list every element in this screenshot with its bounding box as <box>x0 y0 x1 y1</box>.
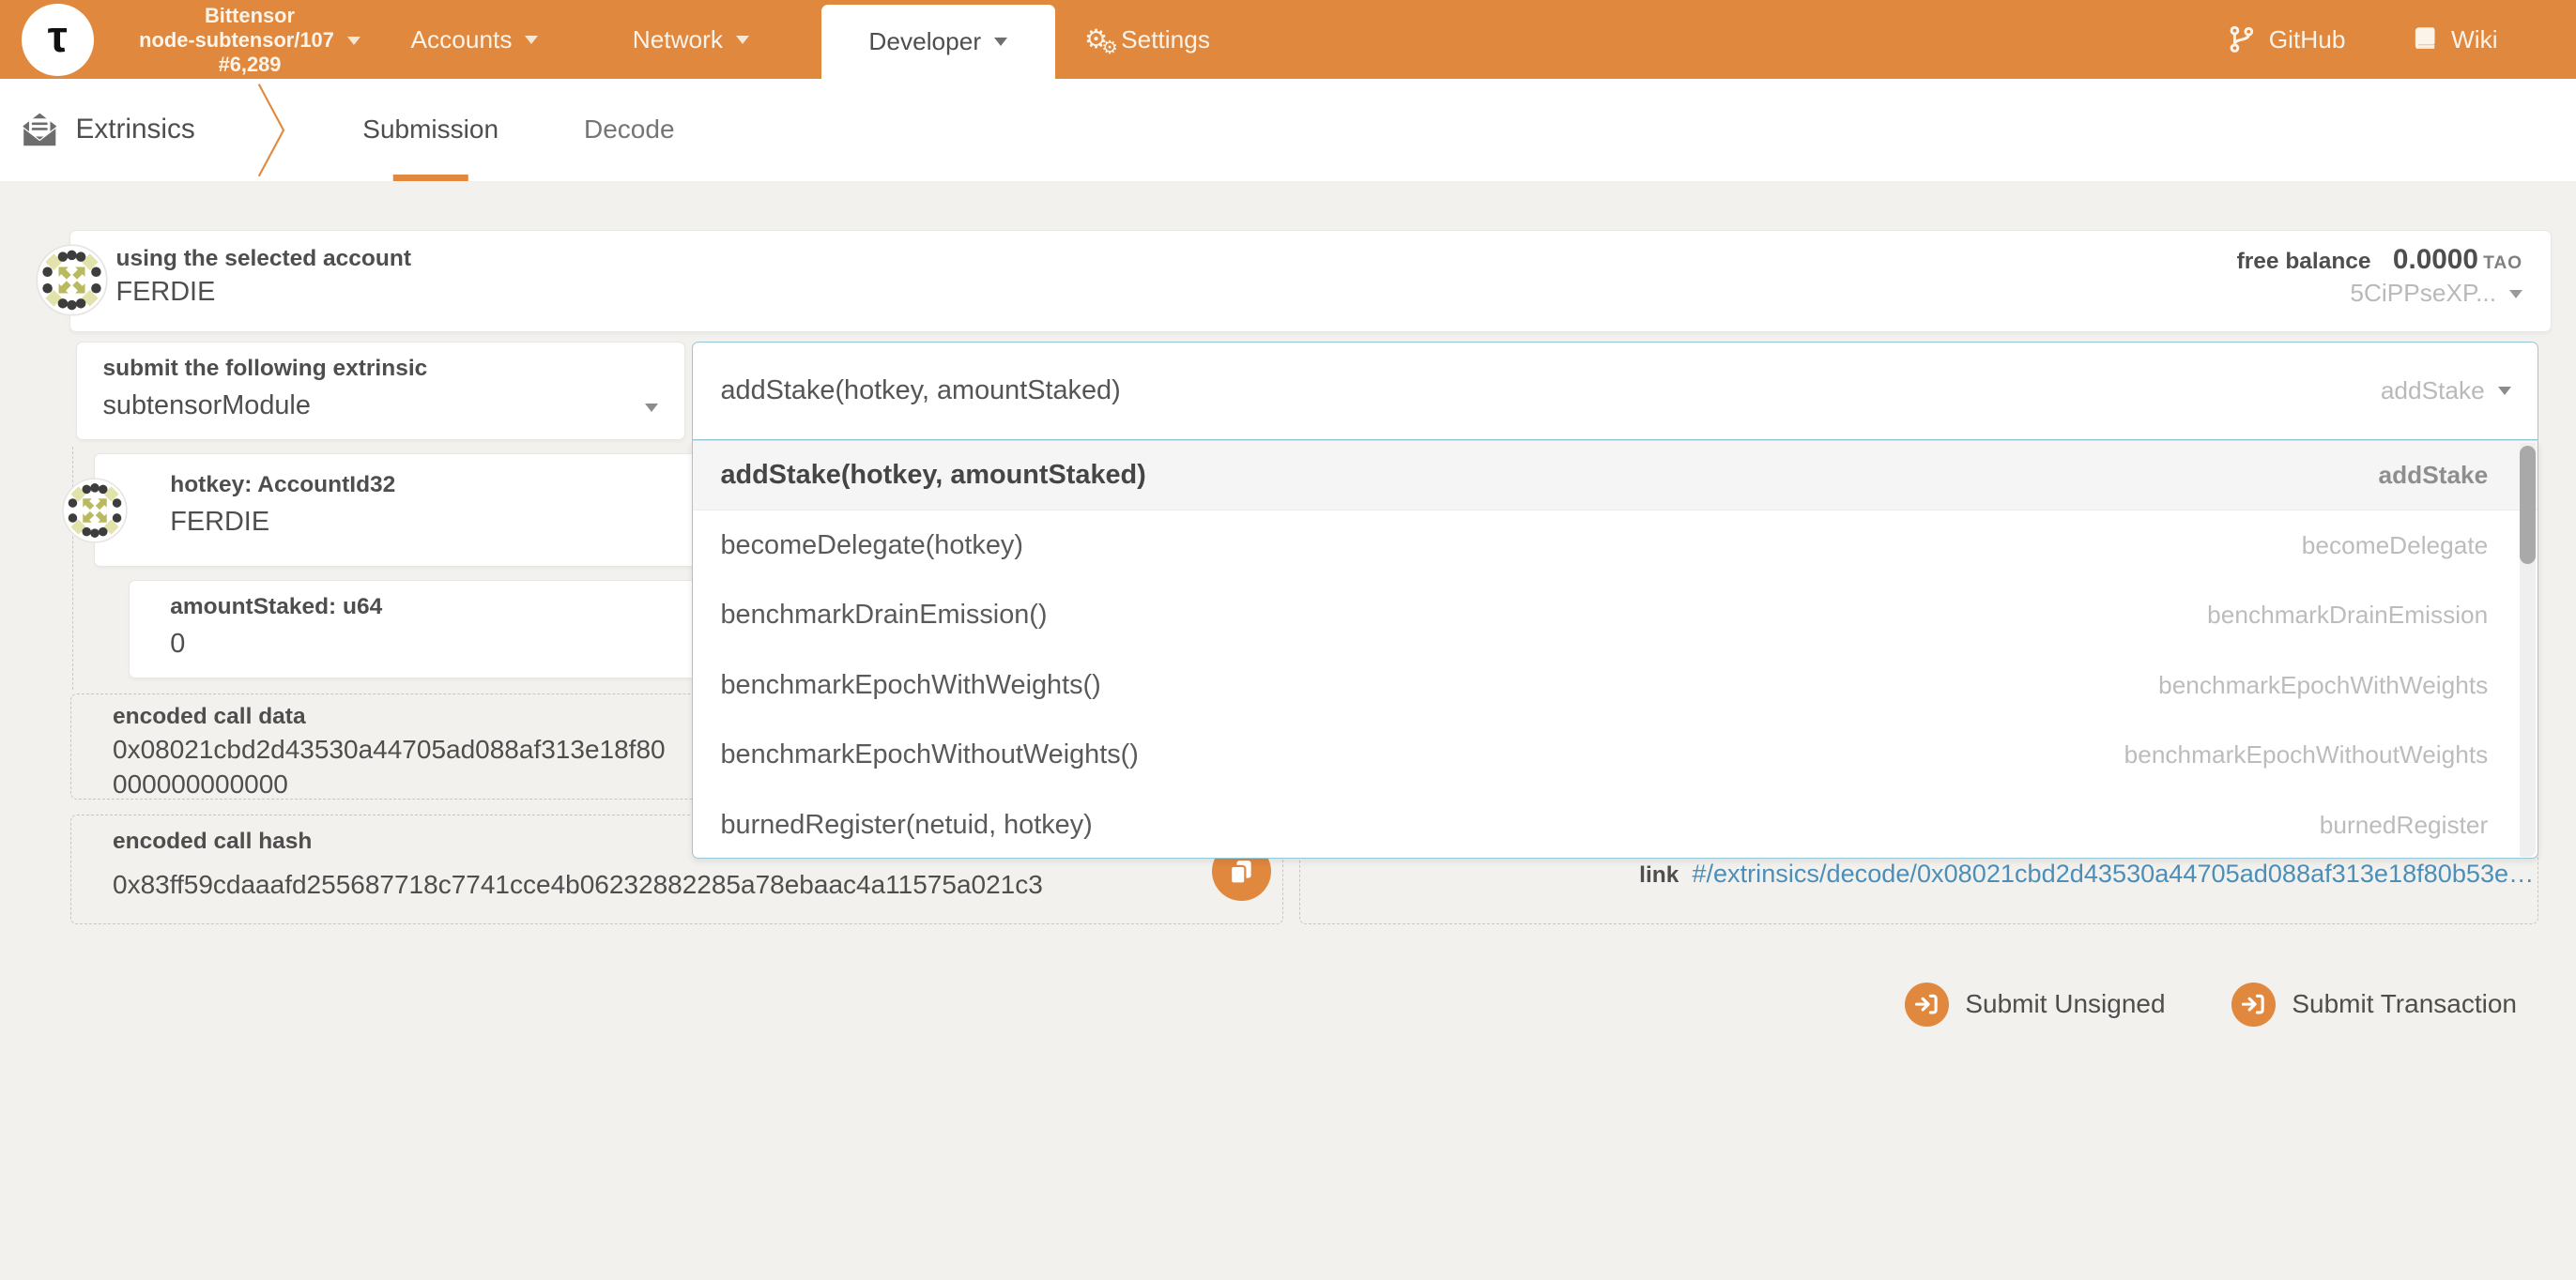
balance-unit: TAO <box>2483 253 2522 273</box>
module-value: subtensorModule <box>103 390 311 421</box>
menu-item-burnedRegister[interactable]: burnedRegister(netuid, hotkey) burnedReg… <box>693 790 2538 859</box>
chevron-down-icon <box>2509 290 2522 298</box>
dropdown-scrollbar-track <box>2520 443 2537 857</box>
amount-value: 0 <box>170 629 185 660</box>
chain-selector[interactable]: Bittensor node-subtensor/107 #6,289 <box>102 4 398 78</box>
wiki-link[interactable]: Wiki <box>2412 0 2498 79</box>
method-selected-hint: addStake <box>2381 376 2485 405</box>
chain-block-number: #6,289 <box>102 53 398 77</box>
section-divider-chevron <box>257 83 287 178</box>
chevron-down-icon <box>736 36 749 44</box>
sign-in-icon <box>2231 983 2276 1027</box>
account-name: FERDIE <box>116 277 216 308</box>
call-data-line2: 000000000000 <box>113 770 288 800</box>
chain-node: node-subtensor/107 <box>102 28 398 53</box>
tau-logo-glyph: τ <box>48 15 68 59</box>
hotkey-label: hotkey: AccountId32 <box>170 472 395 498</box>
account-label: using the selected account <box>116 246 412 272</box>
chevron-down-icon <box>645 404 658 412</box>
free-balance: free balance 0.0000TAO <box>2237 244 2522 276</box>
chevron-down-icon <box>347 37 360 45</box>
chain-name: Bittensor <box>102 4 398 28</box>
copy-icon <box>1227 858 1255 886</box>
menu-item-benchmarkEpochWithWeights[interactable]: benchmarkEpochWithWeights() benchmarkEpo… <box>693 650 2538 720</box>
module-select[interactable]: submit the following extrinsic subtensor… <box>76 342 685 440</box>
call-data-line1: 0x08021cbd2d43530a44705ad088af313e18f80 <box>113 735 666 765</box>
chevron-down-icon <box>525 36 538 44</box>
menu-item-benchmarkEpochWithoutWeights[interactable]: benchmarkEpochWithoutWeights() benchmark… <box>693 721 2538 790</box>
nav-item-settings[interactable]: ⚙⚙ Settings <box>1084 0 1210 79</box>
section-title: Extrinsics <box>76 114 195 145</box>
chevron-down-icon <box>2498 387 2511 395</box>
account-address-dropdown[interactable]: 5CiPPseXP... <box>2350 279 2522 308</box>
balance-value: 0.0000 <box>2393 244 2478 275</box>
sign-in-icon <box>1905 983 1949 1027</box>
bittensor-logo[interactable]: τ <box>22 4 94 76</box>
book-icon <box>2412 25 2438 53</box>
cogs-icon: ⚙⚙ <box>1084 26 1108 53</box>
extrinsics-icon <box>22 112 58 148</box>
method-select[interactable]: addStake(hotkey, amountStaked) addStake <box>692 342 2538 440</box>
hotkey-value: FERDIE <box>170 507 269 538</box>
menu-item-addStake[interactable]: addStake(hotkey, amountStaked) addStake <box>693 441 2538 510</box>
action-buttons: Submit Unsigned Submit Transaction <box>1905 983 2517 1027</box>
git-branch-icon <box>2228 25 2256 53</box>
tab-bar: Extrinsics Submission Decode <box>0 79 2576 181</box>
tab-decode[interactable]: Decode <box>584 79 675 181</box>
nav-item-accounts[interactable]: Accounts <box>411 0 539 79</box>
dropdown-scrollbar-thumb[interactable] <box>2520 446 2537 564</box>
link-label: link <box>1639 862 1679 889</box>
amount-label: amountStaked: u64 <box>170 594 382 620</box>
nav-item-developer[interactable]: Developer <box>821 5 1055 79</box>
app-header: τ Bittensor node-subtensor/107 #6,289 Ac… <box>0 0 2576 79</box>
submit-unsigned-button[interactable]: Submit Unsigned <box>1905 983 2166 1027</box>
call-hash-label: encoded call hash <box>113 829 312 855</box>
call-data-label: encoded call data <box>113 704 306 730</box>
method-selected-value: addStake(hotkey, amountStaked) <box>721 375 1121 406</box>
github-link[interactable]: GitHub <box>2228 0 2345 79</box>
chevron-down-icon <box>994 38 1007 46</box>
selected-account-card: using the selected account FERDIE free b… <box>69 230 2552 332</box>
decode-link[interactable]: #/extrinsics/decode/0x08021cbd2d43530a44… <box>1692 859 2534 889</box>
method-dropdown-menu: addStake(hotkey, amountStaked) addStake … <box>692 440 2538 859</box>
hotkey-identicon <box>62 478 128 543</box>
menu-item-benchmarkDrainEmission[interactable]: benchmarkDrainEmission() benchmarkDrainE… <box>693 581 2538 650</box>
polkadot-apps-page: τ Bittensor node-subtensor/107 #6,289 Ac… <box>0 0 2576 1279</box>
nav-item-network[interactable]: Network <box>633 0 749 79</box>
call-hash-value: 0x83ff59cdaaafd255687718c7741cce4b062328… <box>113 870 1043 900</box>
menu-item-becomeDelegate[interactable]: becomeDelegate(hotkey) becomeDelegate <box>693 510 2538 580</box>
module-label: submit the following extrinsic <box>103 356 428 382</box>
account-identicon[interactable] <box>36 244 108 316</box>
submit-transaction-button[interactable]: Submit Transaction <box>2231 983 2517 1027</box>
tab-submission[interactable]: Submission <box>362 79 498 181</box>
